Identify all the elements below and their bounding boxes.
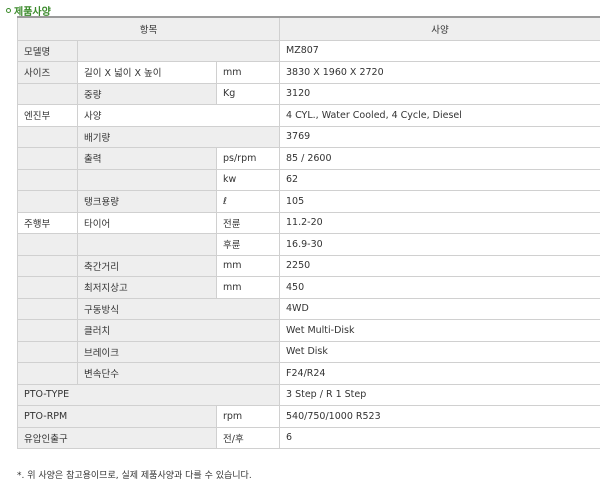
row-item: [76, 39, 281, 62]
table-row: 모델명 MZ807: [17, 39, 600, 62]
row-item: 출력: [77, 147, 217, 170]
table-row: 후륜 16.9-30: [17, 233, 600, 256]
table-row: 클러치 Wet Multi-Disk: [17, 319, 600, 342]
row-category: 엔진부: [17, 104, 78, 127]
row-category: 모델명: [17, 39, 78, 62]
row-category: [17, 340, 78, 363]
table-row: PTO-TYPE 3 Step / R 1 Step: [16, 383, 600, 406]
row-item: 탱크용량: [77, 190, 217, 213]
spec-table-body: 모델명 MZ807 사이즈 길이 X 넓이 X 높이 mm 3830 X 1960 X 2…: [16, 39, 600, 449]
table-row: 구동방식 4WD: [17, 297, 600, 320]
table-row: 탱크용량 ℓ 105: [17, 190, 600, 213]
table-row: 브레이크 Wet Disk: [17, 340, 600, 363]
row-value: 3769: [279, 125, 600, 148]
table-row: 출력 ps/rpm 85 / 2600: [17, 147, 600, 170]
row-item: 축간거리: [77, 254, 217, 277]
row-item: 구동방식: [76, 297, 281, 320]
row-category: 사이즈: [17, 61, 78, 84]
row-unit: 전륜: [215, 211, 281, 234]
table-row: 변속단수 F24/R24: [17, 362, 600, 385]
row-item: 중량: [77, 82, 217, 105]
row-item: [77, 233, 217, 256]
row-value: 3830 X 1960 X 2720: [279, 61, 600, 84]
row-category: 유압인출구: [17, 426, 217, 449]
row-value: Wet Disk: [279, 340, 600, 363]
table-row: 엔진부 사양 4 CYL., Water Cooled, 4 Cycle, Dies…: [17, 104, 600, 127]
row-value: 4WD: [279, 297, 600, 320]
row-unit: Kg: [215, 82, 281, 105]
row-item: 브레이크: [76, 340, 281, 363]
row-value: F24/R24: [279, 362, 600, 385]
table-row: 유압인출구 전/후 6: [17, 426, 600, 449]
row-item: 클러치: [76, 319, 281, 342]
table-row: 축간거리 mm 2250: [17, 254, 600, 277]
table-row: 배기량 3769: [17, 125, 600, 148]
row-category: [17, 82, 78, 105]
row-category: 주행부: [17, 211, 78, 234]
row-unit: 전/후: [215, 426, 281, 449]
row-unit: mm: [215, 276, 281, 299]
row-value: 3120: [279, 82, 600, 105]
circle-bullet-icon: [6, 7, 11, 13]
row-item: 변속단수: [76, 362, 281, 385]
row-unit: mm: [215, 61, 281, 84]
row-value: MZ807: [279, 39, 600, 62]
row-value: 85 / 2600: [279, 147, 600, 170]
table-row: 주행부 타이어 전륜 11.2-20: [17, 211, 600, 234]
table-header-row: 항목 사양: [16, 16, 600, 41]
table-row: 사이즈 길이 X 넓이 X 높이 mm 3830 X 1960 X 2720: [17, 61, 600, 84]
row-category: PTO-RPM: [17, 405, 217, 428]
row-category: [17, 190, 78, 213]
section-title: 제품사양: [6, 3, 51, 18]
row-item: 타이어: [77, 211, 217, 234]
row-category: [17, 147, 78, 170]
row-value: 11.2-20: [279, 211, 600, 234]
row-item: [77, 168, 217, 191]
row-item: 길이 X 넓이 X 높이: [77, 61, 217, 84]
row-unit: kw: [215, 168, 281, 191]
row-category: [17, 125, 78, 148]
spec-table: 항목 사양 모델명 MZ807 사이즈 길이 X 넓이 X 높이 mm 3830 X 19…: [16, 16, 600, 449]
header-item: 항목: [16, 16, 281, 41]
row-category: [17, 233, 78, 256]
row-category: [17, 168, 78, 191]
table-row: kw 62: [17, 168, 600, 191]
row-value: 3 Step / R 1 Step: [279, 383, 600, 406]
row-unit: mm: [215, 254, 281, 277]
table-row: 최저지상고 mm 450: [17, 276, 600, 299]
table-row: PTO-RPM rpm 540/750/1000 R523: [17, 405, 600, 428]
row-category: [17, 362, 78, 385]
row-category: [17, 276, 78, 299]
row-value: 6: [279, 426, 600, 449]
row-category: PTO-TYPE: [16, 383, 281, 406]
row-value: 62: [279, 168, 600, 191]
table-row: 중량 Kg 3120: [17, 82, 600, 105]
row-category: [17, 297, 78, 320]
row-value: 540/750/1000 R523: [279, 405, 600, 428]
row-value: 16.9-30: [279, 233, 600, 256]
row-unit: 후륜: [215, 233, 281, 256]
row-category: [17, 254, 78, 277]
row-item: 배기량: [76, 125, 281, 148]
row-unit: ps/rpm: [215, 147, 281, 170]
row-value: 105: [279, 190, 600, 213]
row-item: 사양: [76, 104, 281, 127]
row-value: 4 CYL., Water Cooled, 4 Cycle, Diesel: [279, 104, 600, 127]
footnote: *. 위 사양은 참고용이므로, 실제 제품사양과 다를 수 있습니다.: [17, 471, 252, 481]
row-value: 450: [279, 276, 600, 299]
row-value: Wet Multi-Disk: [279, 319, 600, 342]
row-unit: ℓ: [215, 190, 281, 213]
row-value: 2250: [279, 254, 600, 277]
header-spec: 사양: [279, 16, 600, 41]
row-category: [17, 319, 78, 342]
row-unit: rpm: [215, 405, 281, 428]
row-item: 최저지상고: [77, 276, 217, 299]
